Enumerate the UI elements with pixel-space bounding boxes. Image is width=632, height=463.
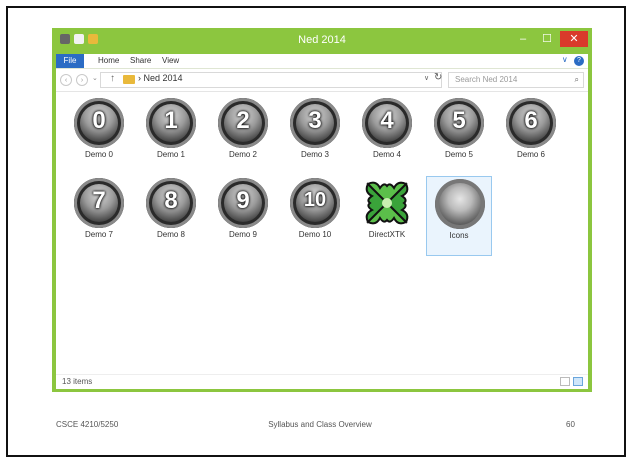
file-item[interactable]: 5 Demo 5 xyxy=(426,96,492,176)
up-arrow-icon[interactable]: ↑ xyxy=(110,73,115,84)
file-item[interactable]: 0 Demo 0 xyxy=(66,96,132,176)
demo-ball-icon: 2 xyxy=(218,98,268,148)
title-bar[interactable]: Ned 2014 – ☐ ✕ xyxy=(52,28,592,54)
item-label: Demo 0 xyxy=(84,150,113,159)
item-label: Demo 1 xyxy=(156,150,185,159)
file-item[interactable]: 7 Demo 7 xyxy=(66,176,132,256)
demo-ball-icon: 7 xyxy=(74,178,124,228)
demo-ball-icon: 4 xyxy=(362,98,412,148)
icons-ball-icon xyxy=(435,179,485,229)
explorer-window: Ned 2014 – ☐ ✕ File Home Share View ∨ ? … xyxy=(52,28,592,392)
file-item[interactable]: 6 Demo 6 xyxy=(498,96,564,176)
ribbon: File Home Share View ∨ ? xyxy=(56,54,588,69)
item-label: Icons xyxy=(449,231,469,240)
help-icon[interactable]: ? xyxy=(574,56,584,66)
maximize-button[interactable]: ☐ xyxy=(536,31,558,47)
refresh-icon[interactable]: ↻ xyxy=(434,72,442,83)
item-label: Demo 10 xyxy=(298,230,332,239)
directxtk-logo-icon xyxy=(365,181,409,225)
file-item[interactable]: 8 Demo 8 xyxy=(138,176,204,256)
demo-ball-icon: 1 xyxy=(146,98,196,148)
footer-course: CSCE 4210/5250 xyxy=(56,420,119,429)
file-item[interactable]: 9 Demo 9 xyxy=(210,176,276,256)
item-count: 13 items xyxy=(62,377,93,386)
search-placeholder: Search Ned 2014 xyxy=(455,75,518,84)
window-controls: – ☐ ✕ xyxy=(512,31,588,47)
tab-home[interactable]: Home xyxy=(98,55,119,67)
demo-ball-icon: 9 xyxy=(218,178,268,228)
item-label: Demo 2 xyxy=(228,150,257,159)
file-item[interactable]: 3 Demo 3 xyxy=(282,96,348,176)
demo-ball-icon: 5 xyxy=(434,98,484,148)
file-item[interactable]: DirectXTK xyxy=(354,176,420,256)
item-label: Demo 9 xyxy=(228,230,257,239)
file-item[interactable]: 4 Demo 4 xyxy=(354,96,420,176)
footer-title: Syllabus and Class Overview xyxy=(268,420,372,429)
recent-locations-icon[interactable]: ⌄ xyxy=(92,74,98,82)
folder-icon xyxy=(123,75,135,84)
footer-page-number: 60 xyxy=(566,420,575,429)
path-separator: › xyxy=(138,73,141,83)
ribbon-controls: ∨ ? xyxy=(562,55,584,66)
back-button[interactable]: ‹ xyxy=(60,74,72,86)
tab-share[interactable]: Share xyxy=(130,55,151,67)
path-segment[interactable]: Ned 2014 xyxy=(144,73,183,83)
minimize-button[interactable]: – xyxy=(512,31,534,47)
demo-ball-icon: 0 xyxy=(74,98,124,148)
tab-file[interactable]: File xyxy=(56,54,84,68)
search-input[interactable]: Search Ned 2014 ⌕ xyxy=(448,72,584,88)
large-icons-view-icon[interactable] xyxy=(573,377,583,386)
details-view-icon[interactable] xyxy=(560,377,570,386)
file-item[interactable]: 1 Demo 1 xyxy=(138,96,204,176)
file-item[interactable]: 2 Demo 2 xyxy=(210,96,276,176)
item-label: Demo 3 xyxy=(300,150,329,159)
window-title: Ned 2014 xyxy=(298,34,346,46)
item-label: DirectXTK xyxy=(368,230,406,239)
demo-ball-icon: 3 xyxy=(290,98,340,148)
forward-button[interactable]: › xyxy=(76,74,88,86)
file-item[interactable]: 10 Demo 10 xyxy=(282,176,348,256)
address-path[interactable]: › Ned 2014 xyxy=(138,73,183,83)
item-label: Demo 6 xyxy=(516,150,545,159)
demo-ball-icon: 8 xyxy=(146,178,196,228)
item-label: Demo 5 xyxy=(444,150,473,159)
item-label: Demo 7 xyxy=(84,230,113,239)
close-button[interactable]: ✕ xyxy=(560,31,588,47)
status-bar: 13 items xyxy=(56,374,588,389)
tab-view[interactable]: View xyxy=(162,55,179,67)
address-bar: ‹ › ⌄ ↑ › Ned 2014 ∨ ↻ Search Ned 2014 ⌕ xyxy=(56,69,588,92)
file-item-selected[interactable]: Icons xyxy=(426,176,492,256)
file-list: 0 Demo 0 1 Demo 1 2 Demo 2 3 Demo 3 4 De… xyxy=(56,92,588,374)
address-dropdown-icon[interactable]: ∨ xyxy=(424,74,429,82)
demo-ball-icon: 10 xyxy=(290,178,340,228)
demo-ball-icon: 6 xyxy=(506,98,556,148)
search-icon: ⌕ xyxy=(574,75,579,84)
item-label: Demo 8 xyxy=(156,230,185,239)
item-label: Demo 4 xyxy=(372,150,401,159)
expand-ribbon-icon[interactable]: ∨ xyxy=(562,55,568,64)
